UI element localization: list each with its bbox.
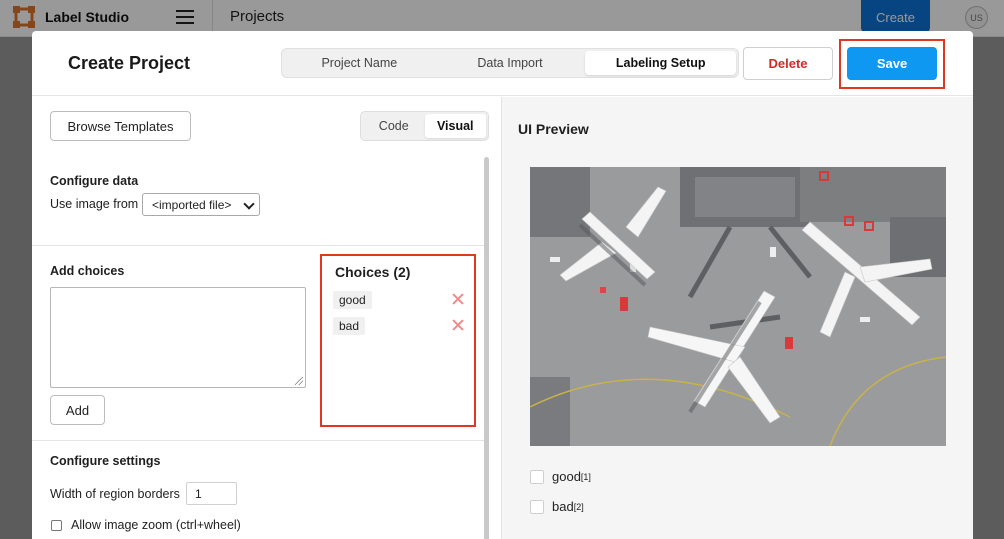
mode-toggle: Code Visual	[360, 111, 489, 141]
modal-title: Create Project	[68, 53, 191, 73]
resize-handle-icon[interactable]	[295, 377, 303, 385]
choice-chip-good: good	[333, 291, 372, 309]
config-panel: Browse Templates Code Visual Configure d…	[32, 97, 502, 539]
choice-chip-bad: bad	[333, 317, 366, 335]
divider	[32, 440, 484, 441]
image-source-value: <imported file>	[152, 197, 232, 212]
preview-choice-good[interactable]: good [1]	[530, 469, 591, 484]
preview-choice-hotkey: [1]	[580, 471, 591, 482]
preview-choice-label: bad	[552, 499, 574, 514]
region-border-width-label: Width of region borders	[50, 487, 180, 501]
preview-panel: UI Preview good [1] bad [2]	[502, 97, 973, 539]
add-choices-textarea[interactable]	[50, 287, 306, 388]
tab-project-name[interactable]: Project Name	[284, 51, 435, 75]
add-choice-button[interactable]: Add	[50, 395, 105, 425]
image-zoom-checkbox[interactable]	[51, 520, 62, 531]
divider	[32, 245, 484, 246]
preview-choice-hotkey: [2]	[573, 501, 584, 512]
choices-list-panel: Choices (2) good bad	[320, 254, 476, 427]
use-image-from-label: Use image from	[50, 197, 139, 211]
scrollbar[interactable]	[484, 157, 489, 539]
preview-choice-checkbox[interactable]	[530, 499, 544, 514]
image-source-select[interactable]: <imported file>	[142, 193, 260, 216]
save-button[interactable]: Save	[847, 47, 937, 80]
configure-data-title: Configure data	[50, 174, 139, 188]
preview-title: UI Preview	[518, 121, 589, 137]
browse-templates-button[interactable]: Browse Templates	[50, 111, 191, 141]
preview-choice-checkbox[interactable]	[530, 469, 544, 484]
preview-choice-label: good	[552, 469, 581, 484]
delete-button[interactable]: Delete	[743, 47, 833, 80]
configure-settings-title: Configure settings	[50, 454, 161, 468]
modal-header: Create Project Project Name Data Import …	[32, 31, 973, 96]
chevron-down-icon	[243, 198, 255, 210]
image-zoom-label: Allow image zoom (ctrl+wheel)	[71, 518, 241, 532]
region-border-width-input[interactable]: 1	[186, 482, 237, 505]
tab-code[interactable]: Code	[363, 114, 425, 138]
tab-data-import[interactable]: Data Import	[435, 51, 586, 75]
tab-labeling-setup[interactable]: Labeling Setup	[585, 51, 737, 75]
preview-image	[530, 167, 946, 446]
choices-count-title: Choices (2)	[335, 264, 411, 280]
preview-choice-bad[interactable]: bad [2]	[530, 499, 584, 514]
add-choices-title: Add choices	[50, 264, 125, 278]
tab-visual[interactable]: Visual	[424, 114, 486, 138]
step-tabs: Project Name Data Import Labeling Setup	[281, 48, 739, 78]
create-project-modal: Create Project Project Name Data Import …	[32, 31, 973, 539]
remove-choice-icon[interactable]	[451, 292, 465, 306]
remove-choice-icon[interactable]	[451, 318, 465, 332]
